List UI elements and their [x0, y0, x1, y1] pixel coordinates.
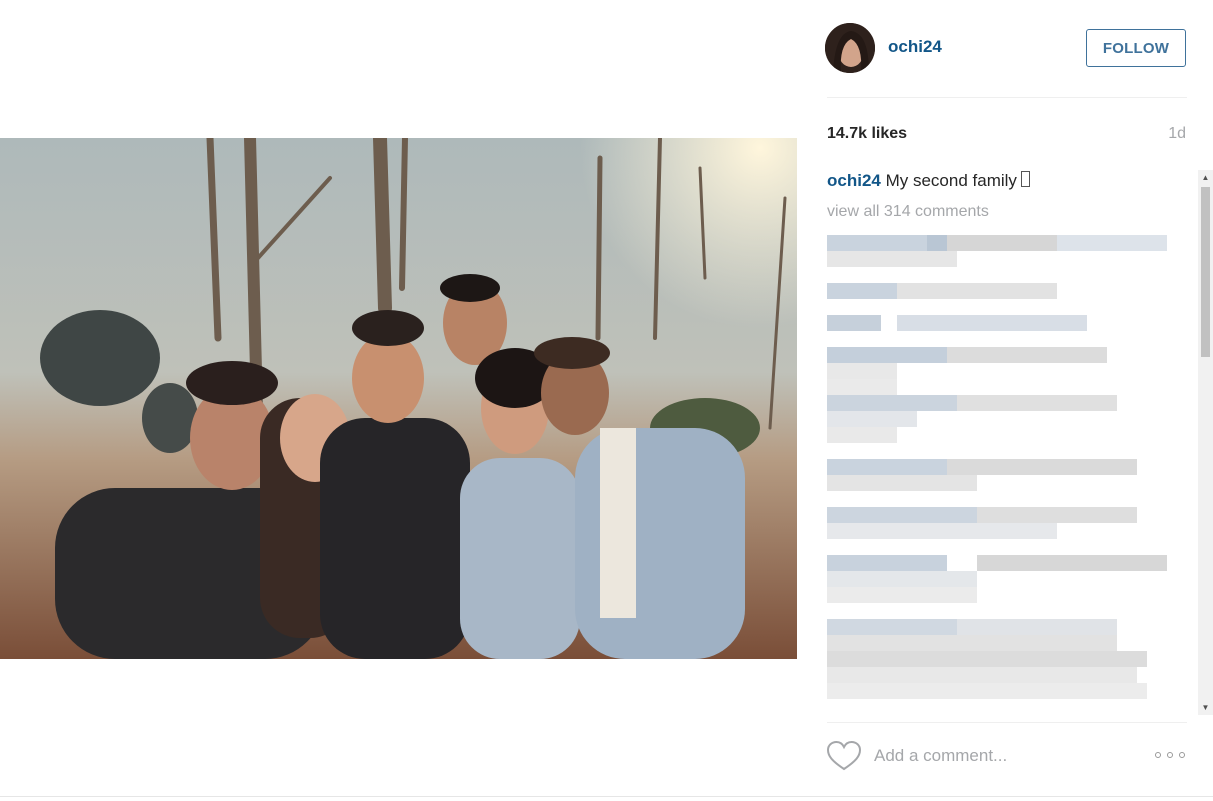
avatar-image: [825, 23, 875, 73]
comments-scrollbar[interactable]: ▲ ▼: [1198, 170, 1213, 715]
post-age[interactable]: 1d: [1168, 125, 1186, 143]
caption-text: My second family: [885, 171, 1017, 190]
add-comment-input[interactable]: [874, 740, 1134, 772]
post-photo[interactable]: [0, 138, 797, 659]
caption: ochi24 My second family: [827, 171, 1030, 191]
redacted-comments: [827, 235, 1167, 699]
pixelated-comment: [827, 347, 1107, 395]
scroll-down-icon[interactable]: ▼: [1198, 700, 1213, 715]
pixelated-comment: [827, 395, 1117, 443]
pixelated-comment: [827, 507, 1137, 539]
page-bottom-border: [0, 796, 1213, 797]
scroll-thumb[interactable]: [1201, 187, 1210, 357]
heart-outline-icon[interactable]: [826, 740, 862, 772]
pixelated-comment: [827, 459, 1137, 491]
pixelated-comment: [827, 283, 1057, 299]
likes-count[interactable]: 14.7k likes: [827, 125, 907, 143]
more-options-icon[interactable]: [1152, 748, 1188, 764]
avatar[interactable]: [825, 23, 875, 73]
pixelated-comment: [827, 315, 1087, 331]
divider: [827, 722, 1187, 723]
post-side-panel: ochi24 FOLLOW 14.7k likes 1d ochi24 My s…: [800, 0, 1213, 801]
comments-list: ochi24 My second family view all 314 com…: [827, 168, 1187, 713]
view-all-comments-link[interactable]: view all 314 comments: [827, 203, 989, 221]
divider: [827, 97, 1187, 98]
emoji-placeholder-icon: [1020, 171, 1030, 187]
username-link[interactable]: ochi24: [888, 37, 942, 57]
pixelated-comment: [827, 555, 1167, 603]
post-photo-illustration: [0, 138, 797, 659]
follow-button[interactable]: FOLLOW: [1086, 29, 1186, 67]
pixelated-comment: [827, 619, 1147, 699]
caption-username[interactable]: ochi24: [827, 171, 881, 190]
scroll-up-icon[interactable]: ▲: [1198, 170, 1213, 185]
pixelated-comment: [827, 235, 1167, 267]
photo-pane: [0, 0, 800, 801]
